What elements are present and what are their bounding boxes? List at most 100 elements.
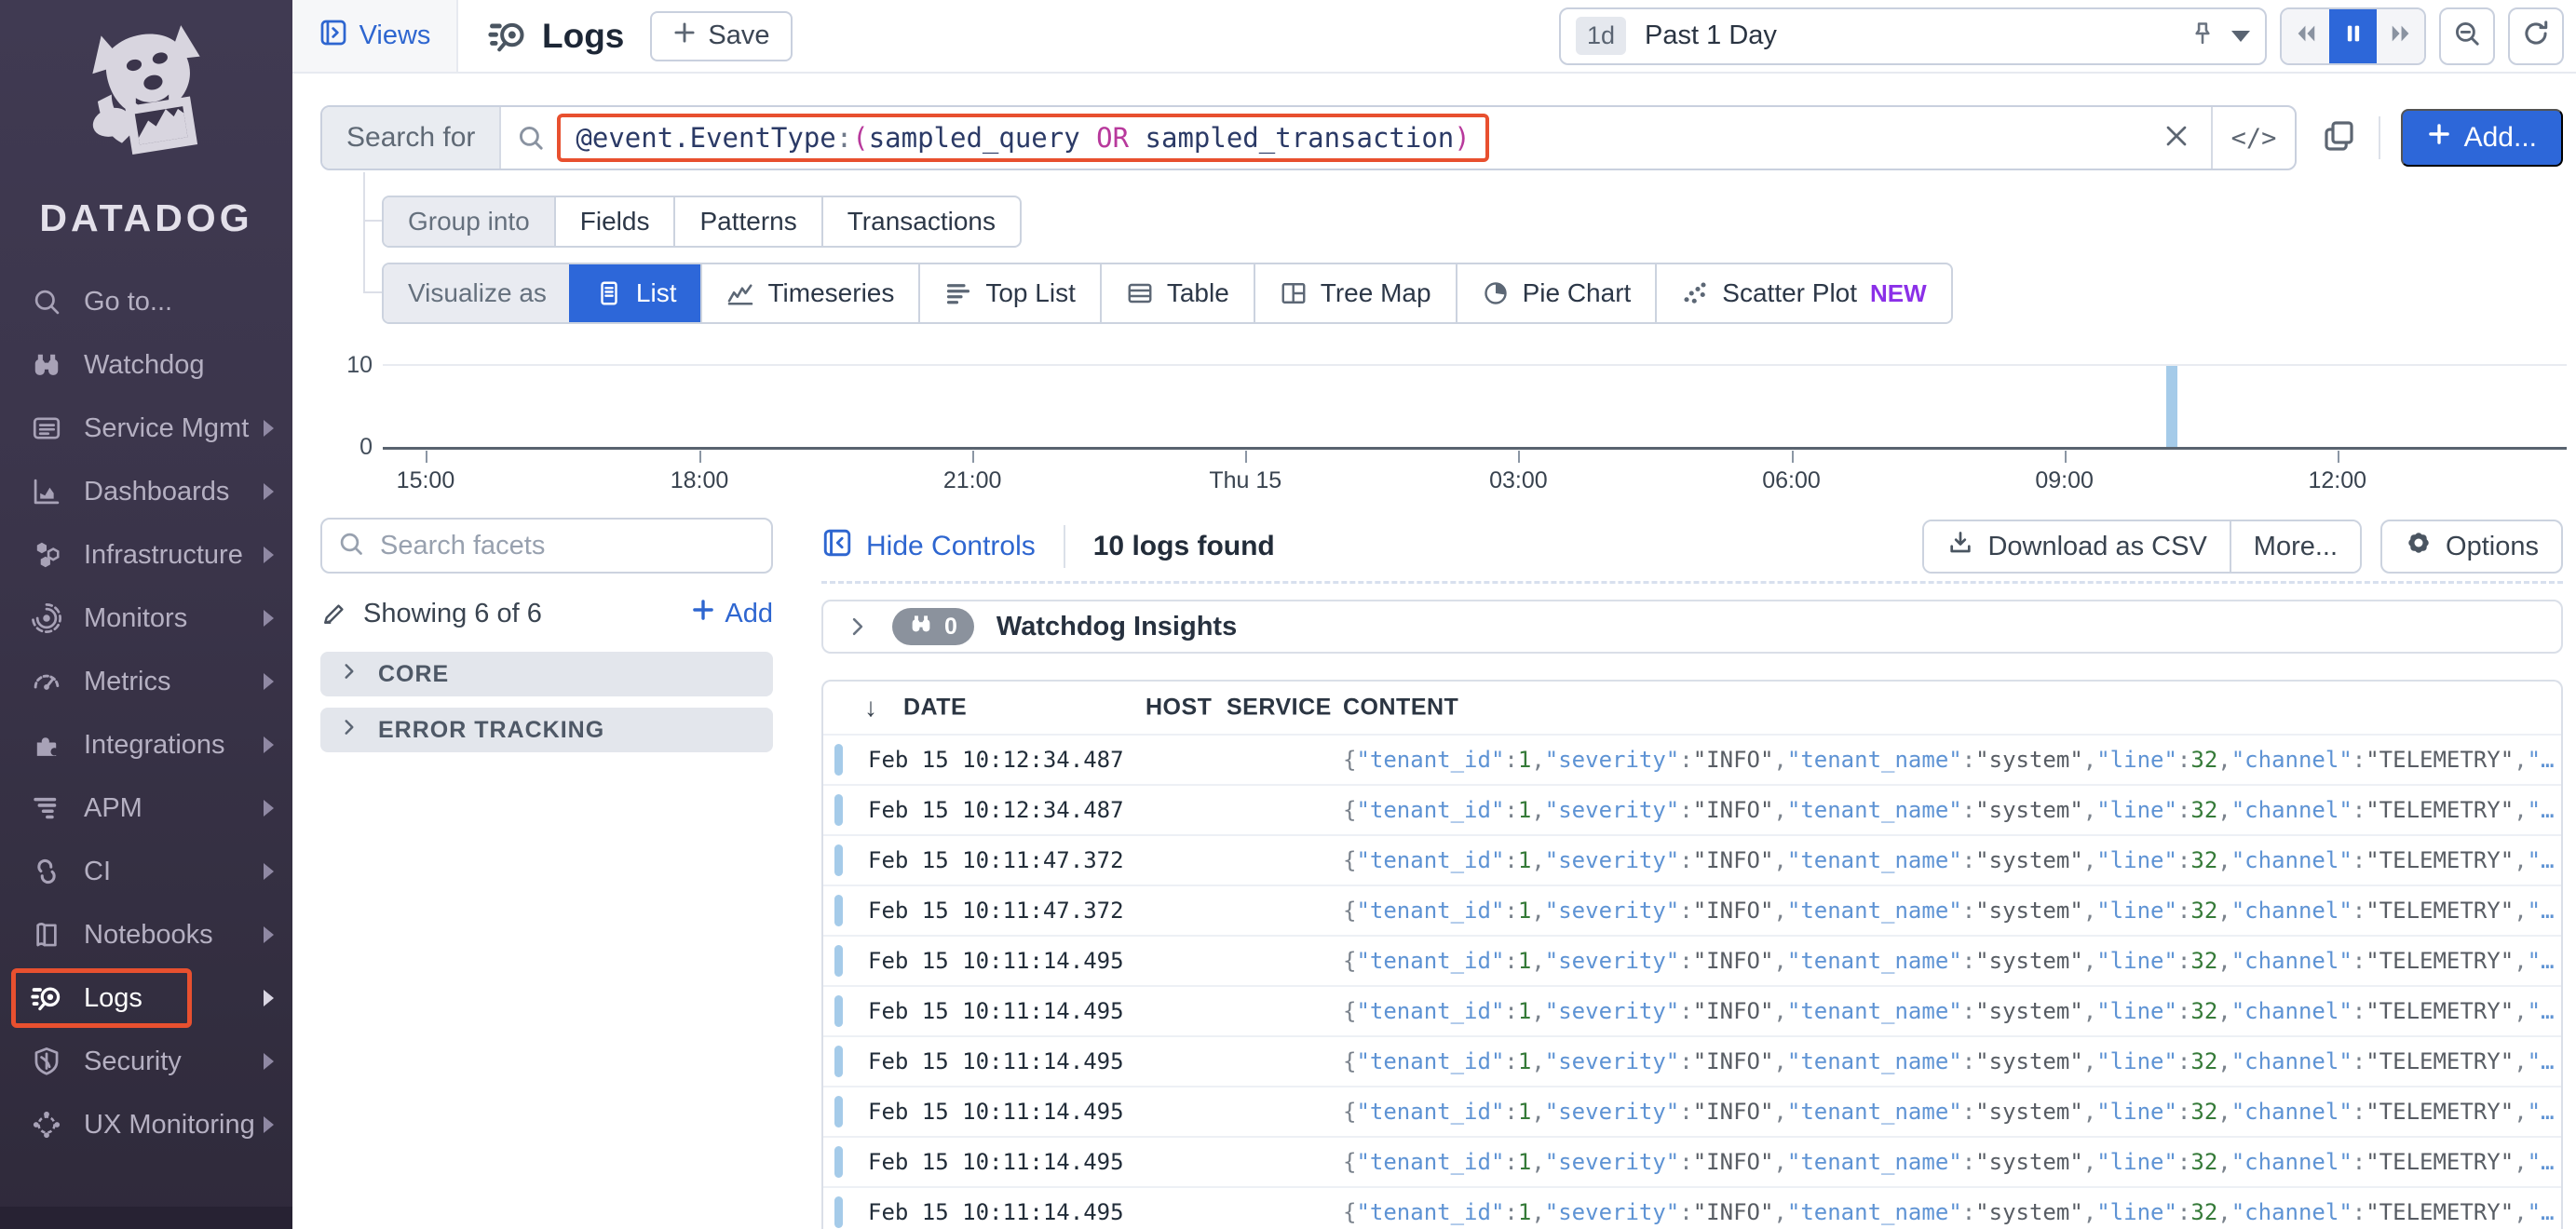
log-row[interactable]: Feb 15 10:12:34.487 {"tenant_id":1,"sever… — [823, 784, 2561, 834]
sidebar-item-apm[interactable]: APM — [0, 777, 292, 840]
table-icon — [1126, 279, 1154, 307]
chevron-down-icon[interactable] — [2231, 30, 2250, 42]
tab-scatter-plot[interactable]: Scatter Plot NEW — [1655, 264, 1950, 322]
facet-group-error-tracking[interactable]: ERROR TRACKING — [320, 708, 773, 752]
tab-label: Table — [1166, 278, 1229, 307]
dashboard-chart-icon — [28, 473, 65, 510]
sidebar-item-security[interactable]: Security — [0, 1030, 292, 1093]
time-range-picker[interactable]: 1d Past 1 Day — [1559, 7, 2267, 65]
log-row[interactable]: Feb 15 10:11:14.495 {"tenant_id":1,"sever… — [823, 1086, 2561, 1136]
log-content: {"tenant_id":1,"severity":"INFO","tenant… — [1343, 797, 2555, 823]
sidebar-item-ci[interactable]: CI — [0, 840, 292, 903]
add-facet-button[interactable]: Add — [691, 598, 773, 629]
log-status-indicator — [834, 1196, 843, 1228]
tab-top-list[interactable]: Top List — [918, 264, 1100, 322]
log-row[interactable]: Feb 15 10:11:47.372 {"tenant_id":1,"sever… — [823, 834, 2561, 885]
watchdog-insights-panel[interactable]: 0 Watchdog Insights — [821, 600, 2563, 654]
log-row[interactable]: Feb 15 10:11:14.495 {"tenant_id":1,"sever… — [823, 935, 2561, 985]
sidebar-item-logs[interactable]: Logs — [0, 966, 292, 1030]
pencil-icon[interactable] — [320, 600, 348, 628]
log-row[interactable]: Feb 15 10:11:14.495 {"tenant_id":1,"sever… — [823, 985, 2561, 1035]
views-button[interactable]: Views — [292, 0, 458, 72]
facet-group-core[interactable]: CORE — [320, 652, 773, 696]
tab-pie-chart[interactable]: Pie Chart — [1455, 264, 1656, 322]
query-token: sampled_query — [868, 122, 1080, 154]
x-axis-tick — [972, 451, 975, 463]
pause-button[interactable] — [2329, 8, 2377, 63]
tab-transactions[interactable]: Transactions — [820, 197, 1020, 246]
copy-button[interactable] — [2321, 117, 2358, 159]
x-axis-tick-label: Thu 15 — [1209, 467, 1282, 493]
download-csv-button[interactable]: Download as CSV — [1924, 521, 2230, 572]
close-icon — [2162, 122, 2190, 155]
zoom-out-button[interactable] — [2439, 7, 2495, 65]
log-status-indicator — [834, 844, 843, 876]
column-header-date[interactable]: DATE — [903, 695, 967, 722]
column-header-service[interactable]: SERVICE — [1227, 695, 1332, 722]
chevron-right-icon — [264, 736, 274, 753]
sidebar-item-infrastructure[interactable]: Infrastructure — [0, 523, 292, 587]
fast-forward-button[interactable] — [2377, 8, 2424, 63]
sidebar-item-service-mgmt[interactable]: Service Mgmt — [0, 397, 292, 460]
hide-controls-button[interactable]: Hide Controls — [821, 527, 1036, 566]
sidebar-item-watchdog[interactable]: Watchdog — [0, 333, 292, 397]
column-header-host[interactable]: HOST — [1146, 695, 1212, 722]
results-controls: Hide Controls 10 logs found Download as … — [821, 518, 2563, 575]
search-query-input[interactable]: @event.EventType:(sampled_query OR sampl… — [557, 114, 1489, 162]
sidebar-item-metrics[interactable]: Metrics — [0, 650, 292, 713]
sidebar-item-label: Service Mgmt — [84, 412, 250, 443]
tab-connector-stub — [363, 220, 382, 222]
gridline — [383, 364, 2567, 366]
chevron-right-icon[interactable] — [846, 614, 870, 639]
log-row[interactable]: Feb 15 10:11:14.495 {"tenant_id":1,"sever… — [823, 1186, 2561, 1229]
sidebar-item-ux-monitoring[interactable]: UX Monitoring — [0, 1093, 292, 1156]
log-date: Feb 15 10:11:47.372 — [868, 847, 1124, 873]
sidebar-item-monitors[interactable]: Monitors — [0, 587, 292, 650]
sidebar-item-integrations[interactable]: Integrations — [0, 713, 292, 777]
sort-descending-icon[interactable]: ↓ — [864, 693, 877, 723]
monitor-target-icon — [28, 600, 65, 637]
tab-patterns[interactable]: Patterns — [673, 197, 820, 246]
chart-bar[interactable] — [2165, 366, 2177, 447]
tab-timeseries[interactable]: Timeseries — [700, 264, 918, 322]
tab-label: Tree Map — [1320, 278, 1431, 307]
log-row[interactable]: Feb 15 10:11:14.495 {"tenant_id":1,"sever… — [823, 1136, 2561, 1186]
add-query-button[interactable]: Add... — [2400, 109, 2563, 167]
save-button[interactable]: Save — [650, 10, 793, 61]
code-icon[interactable]: </> — [2211, 107, 2295, 169]
sidebar-item-go-to[interactable]: Go to... — [0, 270, 292, 333]
log-row[interactable]: Feb 15 10:11:14.495 {"tenant_id":1,"sever… — [823, 1035, 2561, 1086]
log-row[interactable]: Feb 15 10:12:34.487 {"tenant_id":1,"sever… — [823, 734, 2561, 784]
trace-lines-icon — [28, 790, 65, 827]
tab-list[interactable]: List — [568, 264, 701, 322]
chevron-right-icon — [264, 420, 274, 437]
sidebar-item-notebooks[interactable]: Notebooks — [0, 903, 292, 966]
log-content: {"tenant_id":1,"severity":"INFO","tenant… — [1343, 898, 2555, 924]
tab-fields[interactable]: Fields — [553, 197, 674, 246]
chevron-right-icon — [264, 863, 274, 880]
sidebar-item-dashboards[interactable]: Dashboards — [0, 460, 292, 523]
ci-link-icon — [28, 853, 65, 890]
refresh-button[interactable] — [2508, 7, 2564, 65]
column-header-content[interactable]: CONTENT — [1343, 695, 1458, 722]
pin-icon[interactable] — [2189, 20, 2217, 52]
rewind-button[interactable] — [2282, 8, 2329, 63]
fast-forward-icon — [2388, 20, 2414, 51]
sidebar-item-label: Logs — [84, 982, 142, 1013]
search-row: Search for @event.EventType:(sampled_que… — [320, 105, 2563, 170]
sidebar-item-label: Notebooks — [84, 919, 213, 950]
log-status-indicator — [834, 945, 843, 977]
panel-resize-divider[interactable] — [821, 581, 2563, 584]
clear-query-button[interactable] — [2142, 107, 2211, 169]
facet-search-input[interactable] — [378, 529, 756, 562]
log-volume-chart[interactable]: 10 0 15:00 18:00 21:00 Thu 15 03:00 06:00 09:0… — [320, 335, 2576, 517]
facet-search-box[interactable] — [320, 518, 773, 574]
x-axis-line — [383, 447, 2567, 450]
tab-tree-map[interactable]: Tree Map — [1253, 264, 1456, 322]
options-button[interactable]: Options — [2380, 520, 2563, 574]
tab-table[interactable]: Table — [1099, 264, 1254, 322]
log-row[interactable]: Feb 15 10:11:47.372 {"tenant_id":1,"sever… — [823, 885, 2561, 935]
more-button[interactable]: More... — [2229, 521, 2361, 572]
facets-panel: Showing 6 of 6 Add CORE ERROR TRACKING — [320, 518, 773, 752]
logs-table: ↓ DATE HOST SERVICE CONTENT Feb 15 10:12… — [821, 680, 2563, 1229]
